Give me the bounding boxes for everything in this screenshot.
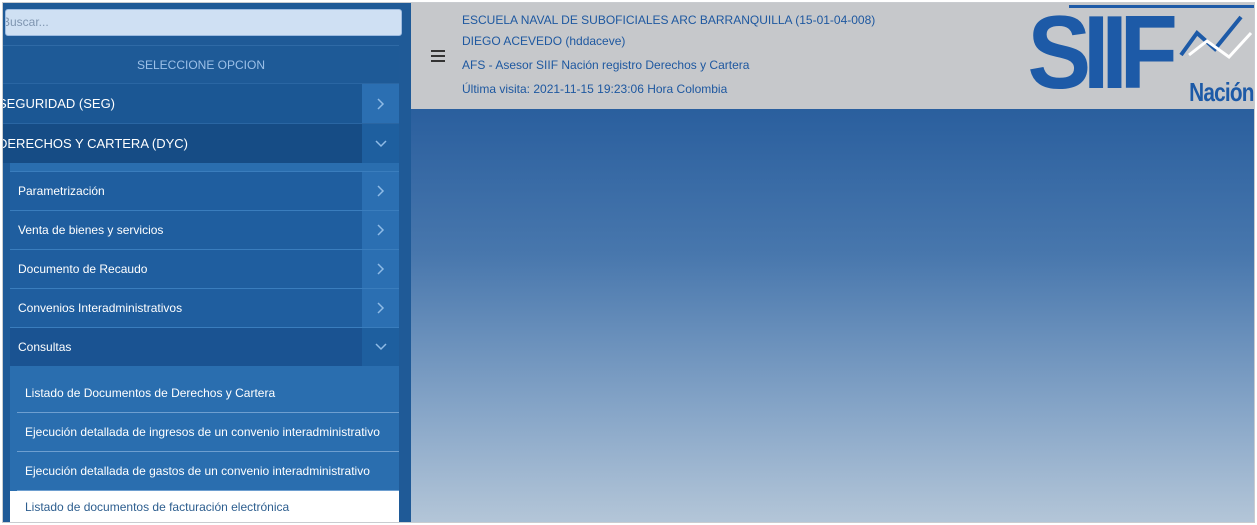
last-visit: Última visita: 2021-11-15 19:23:06 Hora …	[462, 82, 728, 96]
entity-name: ESCUELA NAVAL DE SUBOFICIALES ARC BARRAN…	[462, 13, 876, 27]
chevron-right-icon[interactable]	[362, 289, 399, 327]
submenu-item-consultas[interactable]: Consultas	[10, 327, 399, 366]
submenu-item-documento-recaudo[interactable]: Documento de Recaudo	[10, 249, 399, 288]
hamburger-icon[interactable]	[431, 50, 445, 64]
submenu-item-label: Consultas	[18, 340, 72, 354]
submenu-item-label: Convenios Interadministrativos	[18, 301, 183, 315]
siif-logo: SIIF Nación	[1028, 3, 1254, 109]
submenu-item-venta-bienes[interactable]: Venta de bienes y servicios	[10, 210, 399, 249]
sidebar-item-label: SEGURIDAD (SEG)	[3, 96, 116, 111]
chevron-right-icon[interactable]	[362, 250, 399, 288]
menu-leaf-label: Listado de Documentos de Derechos y Cart…	[25, 386, 276, 400]
submenu-item-convenios[interactable]: Convenios Interadministrativos	[10, 288, 399, 327]
user-role: AFS - Asesor SIIF Nación registro Derech…	[462, 58, 750, 72]
sidebar-header: SELECCIONE OPCION	[3, 45, 399, 84]
submenu-item-label: Venta de bienes y servicios	[18, 223, 164, 237]
app-window: Buscar... SELECCIONE OPCION SEGURIDAD (S…	[2, 2, 1255, 523]
logo-sub-text: Nación	[1189, 77, 1254, 107]
main-content-area	[411, 109, 1254, 522]
submenu-item-label: Documento de Recaudo	[18, 262, 148, 276]
menu-leaf-label: Ejecución detallada de gastos de un conv…	[25, 464, 370, 478]
user-name: DIEGO ACEVEDO (hddaceve)	[462, 34, 626, 48]
submenu-item-parametrizacion[interactable]: Parametrización	[10, 171, 399, 210]
menu-leaf-label: Listado de documentos de facturación ele…	[25, 500, 290, 514]
search-input[interactable]: Buscar...	[5, 9, 402, 36]
chevron-right-icon[interactable]	[362, 211, 399, 249]
top-header: ESCUELA NAVAL DE SUBOFICIALES ARC BARRAN…	[411, 3, 1254, 109]
menu-leaf-ejecucion-ingresos[interactable]: Ejecución detallada de ingresos de un co…	[17, 413, 399, 452]
submenu-item-label: Parametrización	[18, 184, 105, 198]
menu-leaf-listado-documentos[interactable]: Listado de Documentos de Derechos y Cart…	[17, 374, 399, 413]
chevron-down-icon[interactable]	[362, 124, 399, 163]
sidebar: Buscar... SELECCIONE OPCION SEGURIDAD (S…	[3, 3, 411, 522]
menu-leaf-ejecucion-gastos[interactable]: Ejecución detallada de gastos de un conv…	[17, 452, 399, 491]
chevron-down-icon[interactable]	[362, 328, 399, 366]
chevron-right-icon[interactable]	[362, 84, 399, 123]
menu-leaf-label: Ejecución detallada de ingresos de un co…	[25, 425, 380, 439]
chevron-right-icon[interactable]	[362, 172, 399, 210]
logo-main-text: SIIF	[1027, 2, 1179, 111]
sidebar-item-derechos-cartera[interactable]: DERECHOS Y CARTERA (DYC)	[3, 123, 399, 163]
menu-leaf-facturacion-electronica[interactable]: Listado de documentos de facturación ele…	[10, 491, 399, 522]
sidebar-item-seguridad[interactable]: SEGURIDAD (SEG)	[3, 83, 399, 123]
sidebar-item-label: DERECHOS Y CARTERA (DYC)	[3, 136, 188, 151]
